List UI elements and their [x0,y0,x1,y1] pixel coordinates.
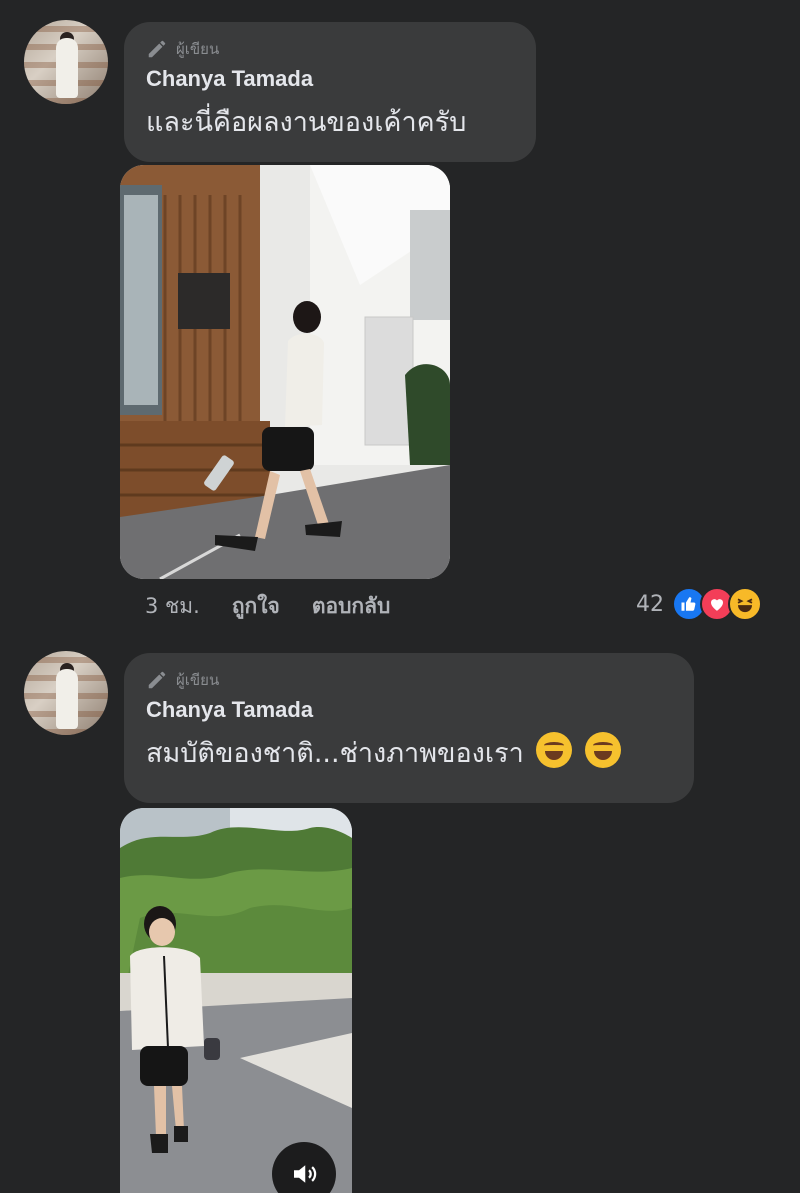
pencil-icon [148,671,166,689]
commenter-name[interactable]: Chanya Tamada [146,66,514,92]
rofl-emoji [584,732,621,768]
rofl-emoji [536,732,573,768]
reaction-summary[interactable]: 42 [636,587,762,621]
avatar[interactable] [24,20,108,104]
comment-bubble: ผู้เขียน Chanya Tamada สมบัติของชาติ...ช… [124,653,694,803]
like-button[interactable]: ถูกใจ [232,590,280,623]
comment-text-row: สมบัติของชาติ...ช่างภาพของเรา [146,731,672,774]
author-badge-label: ผู้เขียน [176,671,220,689]
reaction-count: 42 [636,591,664,617]
author-badge: ผู้เขียน [146,669,672,691]
comment-bubble: ผู้เขียน Chanya Tamada และนี่คือผลงานของ… [124,22,536,162]
comment-timestamp[interactable]: 3 ชม. [145,590,200,623]
comment-text: และนี่คือผลงานของเค้าครับ [146,107,467,138]
speaker-icon [294,1165,317,1183]
comment-video[interactable] [120,808,352,1193]
comment-actions: 3 ชม. ถูกใจ ตอบกลับ [145,590,390,623]
pencil-icon [148,40,166,58]
author-badge-label: ผู้เขียน [176,40,220,58]
comment-photo[interactable] [120,165,450,579]
commenter-name[interactable]: Chanya Tamada [146,697,672,723]
author-badge: ผู้เขียน [146,38,514,60]
comment-text: สมบัติของชาติ...ช่างภาพของเรา [146,738,524,769]
haha-icon [728,587,762,621]
avatar[interactable] [24,651,108,735]
reply-button[interactable]: ตอบกลับ [312,590,391,623]
